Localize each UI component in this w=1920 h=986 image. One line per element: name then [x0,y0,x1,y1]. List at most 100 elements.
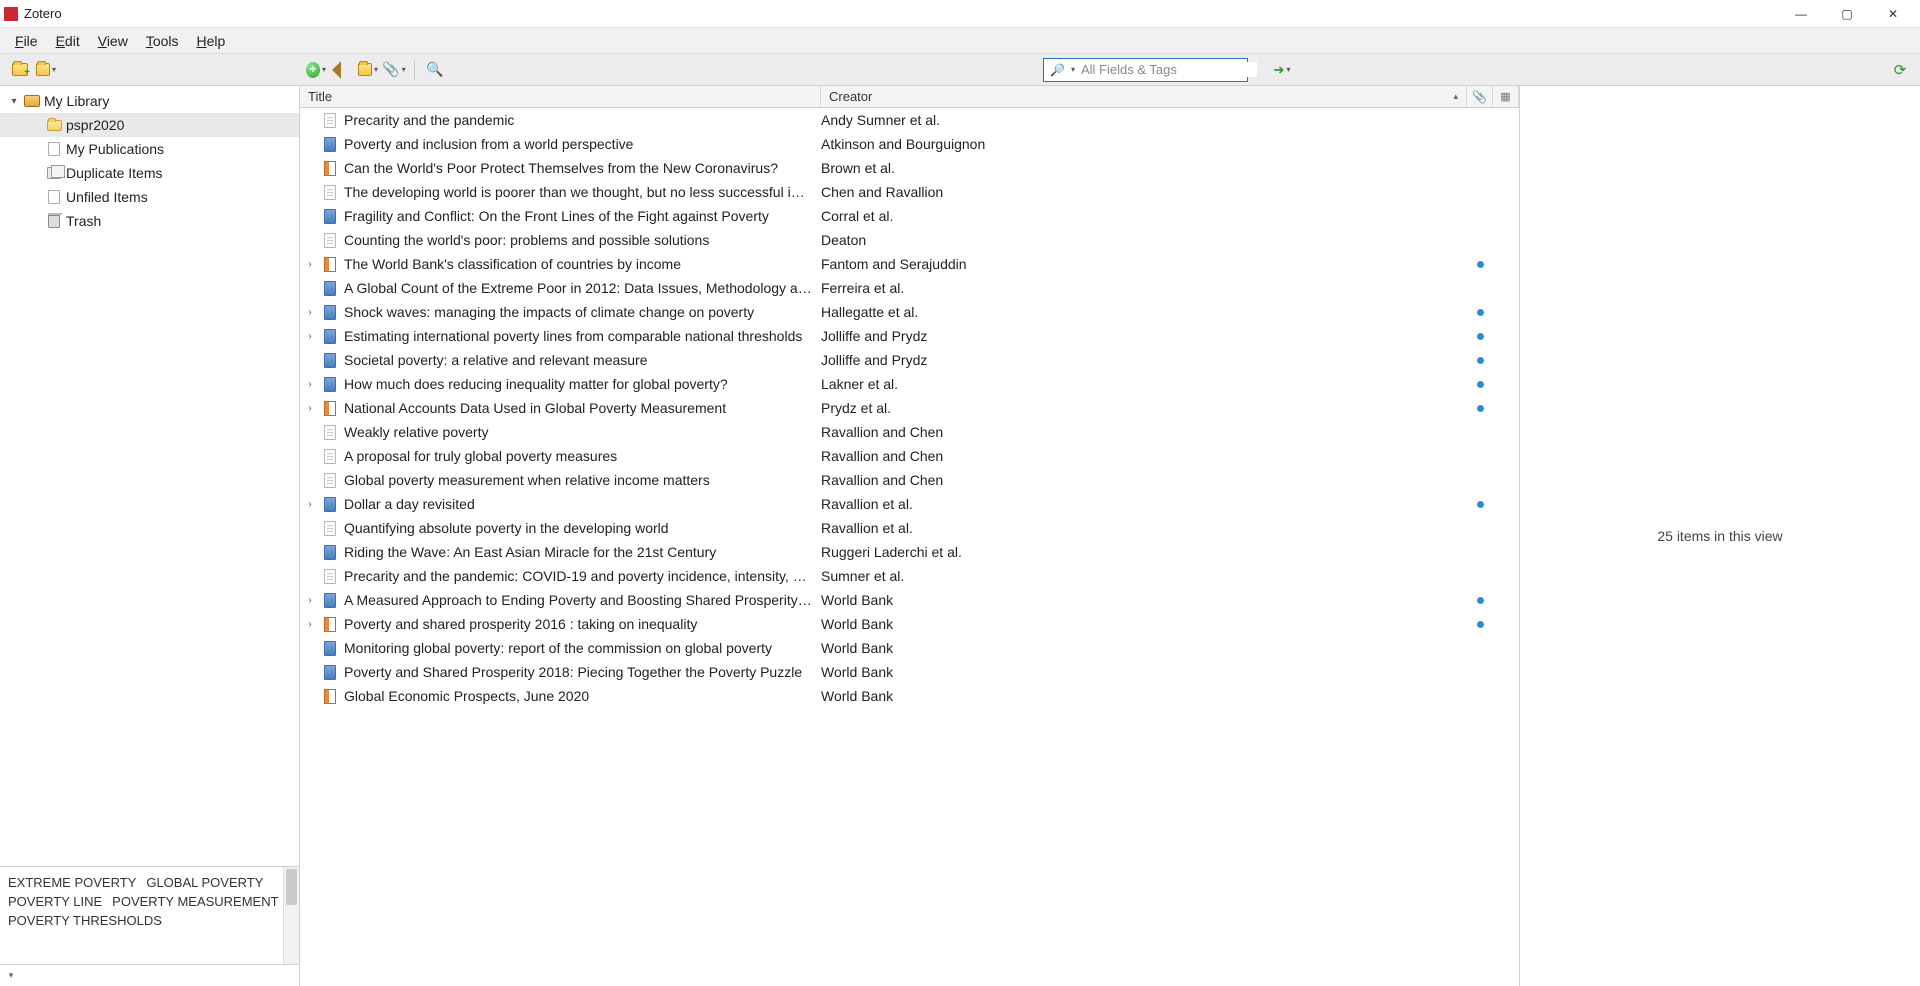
column-picker[interactable]: ▦ [1493,86,1519,107]
item-row[interactable]: Weakly relative poverty Ravallion and Ch… [300,420,1519,444]
tree-node[interactable]: Trash [0,209,299,233]
tag[interactable]: EXTREME POVERTY [8,875,136,890]
expand-toggle[interactable]: › [300,331,320,342]
new-note-button[interactable]: ▾ [358,60,378,80]
item-title: Counting the world's poor: problems and … [340,232,817,248]
item-row[interactable]: › National Accounts Data Used in Global … [300,396,1519,420]
separator [414,60,415,80]
item-row[interactable]: Precarity and the pandemic: COVID-19 and… [300,564,1519,588]
expand-toggle[interactable]: › [300,619,320,630]
item-row[interactable]: Can the World's Poor Protect Themselves … [300,156,1519,180]
item-row[interactable]: › The World Bank's classification of cou… [300,252,1519,276]
window-minimize-button[interactable]: — [1778,0,1824,28]
item-row[interactable]: Precarity and the pandemic Andy Sumner e… [300,108,1519,132]
menu-edit[interactable]: Edit [47,33,89,49]
expand-toggle[interactable]: › [300,379,320,390]
item-title: Poverty and shared prosperity 2016 : tak… [340,616,817,632]
tree-node-label: Unfiled Items [66,189,148,205]
item-row[interactable]: Monitoring global poverty: report of the… [300,636,1519,660]
tree-node[interactable]: pspr2020 [0,113,299,137]
item-title: Poverty and inclusion from a world persp… [340,136,817,152]
item-row[interactable]: Societal poverty: a relative and relevan… [300,348,1519,372]
new-item-button[interactable]: +▾ [306,60,326,80]
tree-node[interactable]: Unfiled Items [0,185,299,209]
new-library-button[interactable]: ▾ [36,60,56,80]
expand-toggle[interactable]: › [300,259,320,270]
window-close-button[interactable]: ✕ [1870,0,1916,28]
column-title[interactable]: Title [300,86,821,107]
new-collection-button[interactable] [10,60,30,80]
item-row[interactable]: › How much does reducing inequality matt… [300,372,1519,396]
item-title: A Global Count of the Extreme Poor in 20… [340,280,817,296]
item-row[interactable]: Global poverty measurement when relative… [300,468,1519,492]
item-row[interactable]: Poverty and Shared Prosperity 2018: Piec… [300,660,1519,684]
chevron-down-icon: ▾ [1286,65,1290,74]
library-root[interactable]: ▾ My Library [0,89,299,113]
items-list[interactable]: Precarity and the pandemic Andy Sumner e… [300,108,1519,986]
item-type-icon [324,113,336,128]
scrollbar-thumb[interactable] [286,869,297,905]
item-row[interactable]: Fragility and Conflict: On the Front Lin… [300,204,1519,228]
expand-toggle[interactable]: › [300,307,320,318]
menu-help[interactable]: Help [188,33,235,49]
search-input[interactable] [1081,62,1257,77]
sync-button[interactable]: ⟳ [1890,60,1910,80]
column-attachment[interactable]: 📎 [1467,86,1493,107]
item-title: How much does reducing inequality matter… [340,376,817,392]
disclosure-triangle-icon[interactable]: ▾ [8,96,20,107]
chevron-down-icon: ▾ [402,65,406,74]
item-title: Societal poverty: a relative and relevan… [340,352,817,368]
item-row[interactable]: Poverty and inclusion from a world persp… [300,132,1519,156]
item-row[interactable]: › Dollar a day revisited Ravallion et al… [300,492,1519,516]
tag[interactable]: POVERTY MEASUREMENT [112,894,278,909]
search-mode-dropdown[interactable]: ▾ [1071,65,1075,74]
advanced-search-button[interactable]: 🔍 [425,60,445,80]
tag-scrollbar[interactable] [283,867,299,964]
tree-node-label: pspr2020 [66,117,124,133]
tag[interactable]: GLOBAL POVERTY [146,875,263,890]
item-row[interactable]: › Shock waves: managing the impacts of c… [300,300,1519,324]
expand-toggle[interactable]: › [300,403,320,414]
add-attachment-button[interactable]: 📎▾ [384,60,404,80]
tag-filter-input[interactable] [22,969,299,983]
item-type-icon [324,281,336,296]
menu-view[interactable]: View [89,33,137,49]
attachment-dot-icon [1477,381,1484,388]
menu-tools[interactable]: Tools [137,33,188,49]
item-row[interactable]: Global Economic Prospects, June 2020 Wor… [300,684,1519,708]
item-row[interactable]: › Poverty and shared prosperity 2016 : t… [300,612,1519,636]
tree-node[interactable]: My Publications [0,137,299,161]
menu-file[interactable]: File [6,33,47,49]
column-creator[interactable]: Creator▴ [821,86,1467,107]
chevron-down-icon: ▾ [52,65,56,74]
item-title: The developing world is poorer than we t… [340,184,817,200]
tag-menu-button[interactable]: ▾ [0,970,22,981]
item-title: Dollar a day revisited [340,496,817,512]
item-row[interactable]: A proposal for truly global poverty meas… [300,444,1519,468]
item-type-icon [324,569,336,584]
item-type-icon [324,425,336,440]
collections-tree[interactable]: ▾ My Library pspr2020 My Publications Du… [0,86,299,866]
item-creator: Andy Sumner et al. [817,112,1467,128]
locate-button[interactable]: ➔▾ [1272,60,1292,80]
item-row[interactable]: Counting the world's poor: problems and … [300,228,1519,252]
window-maximize-button[interactable]: ▢ [1824,0,1870,28]
quick-search[interactable]: 🔎 ▾ [1043,58,1248,82]
tag[interactable]: POVERTY THRESHOLDS [8,913,162,928]
item-row[interactable]: Quantifying absolute poverty in the deve… [300,516,1519,540]
expand-toggle[interactable]: › [300,499,320,510]
item-row[interactable]: Riding the Wave: An East Asian Miracle f… [300,540,1519,564]
chevron-down-icon: ▾ [322,65,326,74]
attachment-dot-icon [1477,501,1484,508]
attachment-dot-icon [1477,309,1484,316]
item-creator: Chen and Ravallion [817,184,1467,200]
item-row[interactable]: › A Measured Approach to Ending Poverty … [300,588,1519,612]
item-row[interactable]: The developing world is poorer than we t… [300,180,1519,204]
item-row[interactable]: › Estimating international poverty lines… [300,324,1519,348]
tag[interactable]: POVERTY LINE [8,894,102,909]
item-row[interactable]: A Global Count of the Extreme Poor in 20… [300,276,1519,300]
tree-node[interactable]: Duplicate Items [0,161,299,185]
tree-node-label: My Publications [66,141,164,157]
add-by-identifier-button[interactable] [332,60,352,80]
expand-toggle[interactable]: › [300,595,320,606]
